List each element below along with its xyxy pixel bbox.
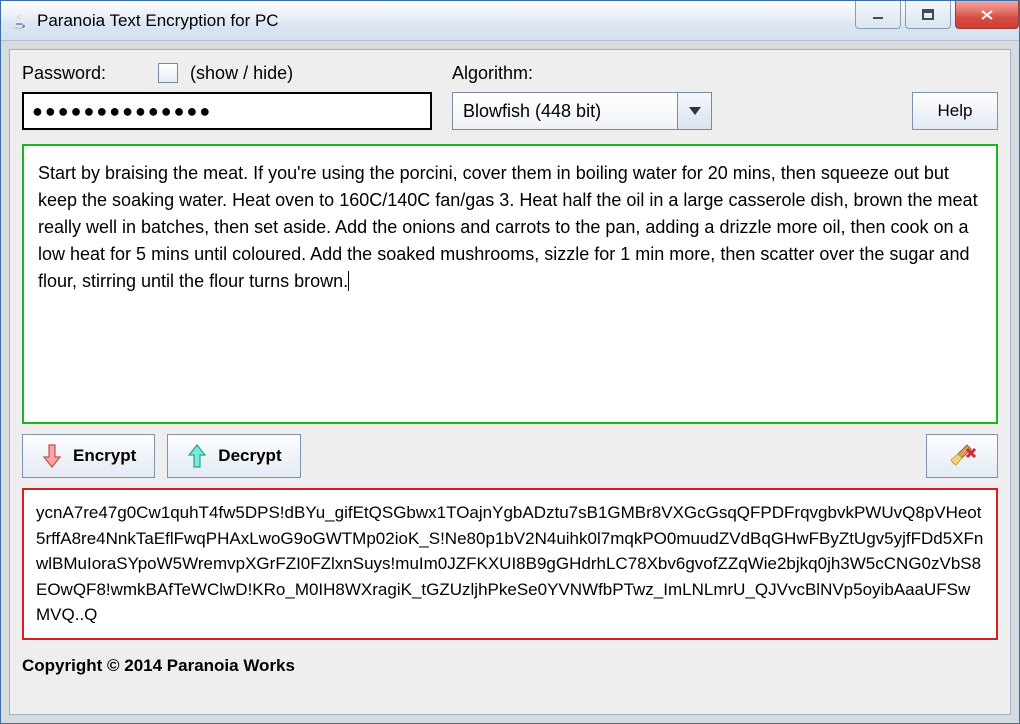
password-column: Password: (show / hide) ●●●●●●●●●●●●●●	[22, 60, 432, 130]
show-hide-label: (show / hide)	[190, 63, 293, 84]
arrow-up-icon	[186, 443, 208, 469]
password-value: ●●●●●●●●●●●●●●	[32, 101, 212, 122]
decrypt-label: Decrypt	[218, 446, 281, 466]
minimize-button[interactable]	[855, 1, 901, 29]
window-controls	[855, 1, 1019, 40]
button-row: Encrypt Decrypt	[10, 424, 1010, 478]
plaintext-value: Start by braising the meat. If you're us…	[38, 163, 978, 291]
dropdown-button[interactable]	[677, 93, 711, 129]
app-window: Paranoia Text Encryption for PC Password…	[0, 0, 1020, 724]
show-hide-checkbox[interactable]	[158, 63, 178, 83]
plaintext-textarea[interactable]: Start by braising the meat. If you're us…	[22, 144, 998, 424]
chevron-down-icon	[689, 107, 701, 115]
clear-button[interactable]	[926, 434, 998, 478]
algorithm-label: Algorithm:	[452, 63, 533, 84]
window-title: Paranoia Text Encryption for PC	[37, 11, 855, 31]
client-area: Password: (show / hide) ●●●●●●●●●●●●●● A…	[9, 49, 1011, 715]
ciphertext-textarea[interactable]: ycnA7re47g0Cw1quhT4fw5DPS!dBYu_gifEtQSGb…	[22, 488, 998, 640]
help-button[interactable]: Help	[912, 92, 998, 130]
ciphertext-value: ycnA7re47g0Cw1quhT4fw5DPS!dBYu_gifEtQSGb…	[36, 503, 983, 624]
text-caret	[348, 271, 349, 291]
decrypt-button[interactable]: Decrypt	[167, 434, 300, 478]
password-label: Password:	[22, 63, 106, 84]
java-app-icon	[9, 11, 29, 31]
maximize-button[interactable]	[905, 1, 951, 29]
password-input[interactable]: ●●●●●●●●●●●●●●	[22, 92, 432, 130]
arrow-down-icon	[41, 443, 63, 469]
footer-copyright: Copyright © 2014 Paranoia Works	[22, 650, 998, 676]
help-column: Help	[912, 60, 998, 130]
algorithm-select[interactable]: Blowfish (448 bit)	[452, 92, 712, 130]
close-button[interactable]	[955, 1, 1019, 29]
titlebar[interactable]: Paranoia Text Encryption for PC	[1, 1, 1019, 41]
broom-clear-icon	[947, 441, 977, 471]
encrypt-label: Encrypt	[73, 446, 136, 466]
algorithm-column: Algorithm: Blowfish (448 bit)	[452, 60, 712, 130]
top-row: Password: (show / hide) ●●●●●●●●●●●●●● A…	[10, 50, 1010, 136]
encrypt-button[interactable]: Encrypt	[22, 434, 155, 478]
help-label: Help	[938, 101, 973, 121]
algorithm-selected: Blowfish (448 bit)	[453, 93, 677, 129]
